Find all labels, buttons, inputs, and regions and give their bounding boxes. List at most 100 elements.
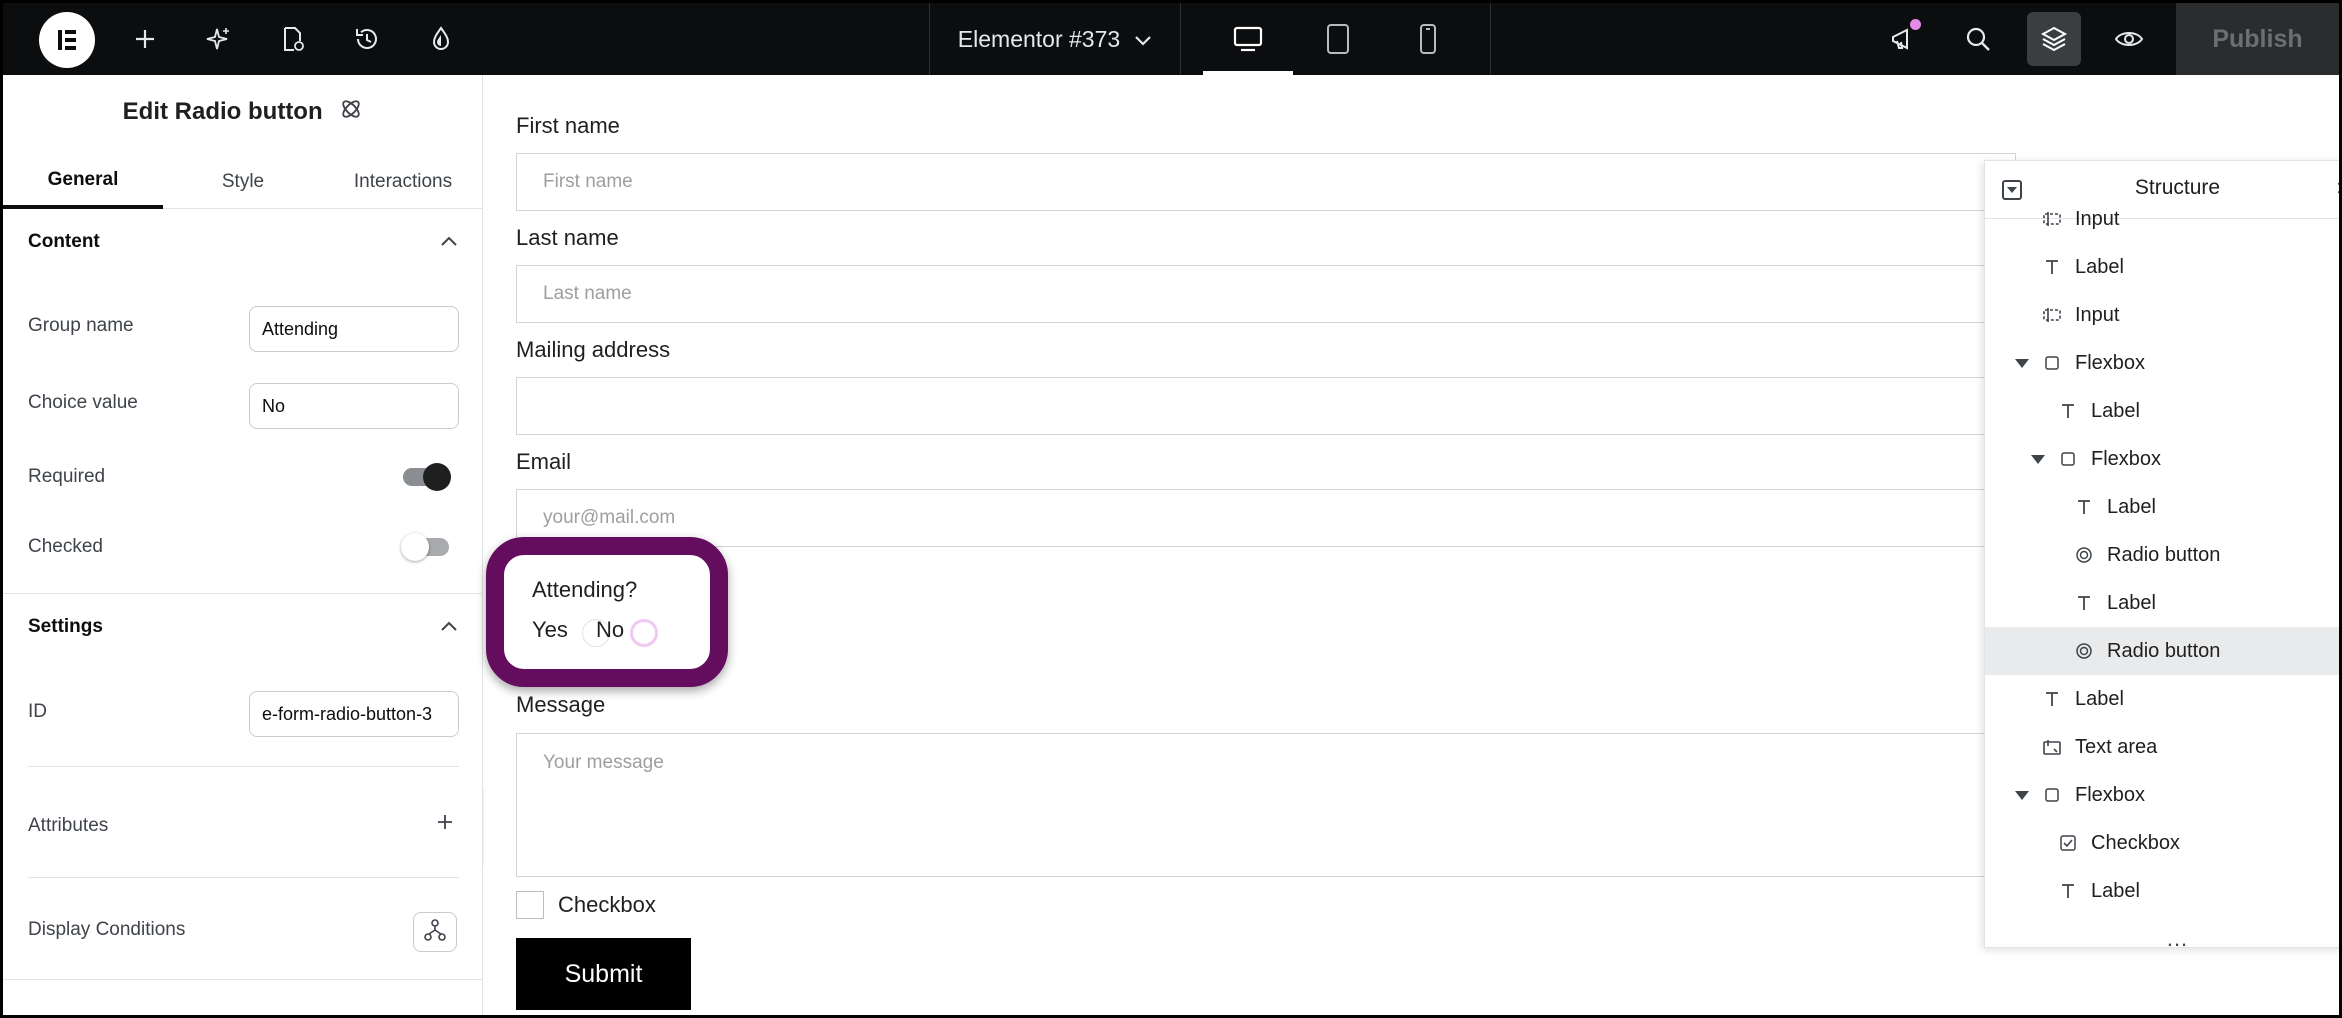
notifications-icon[interactable] xyxy=(1881,17,1925,61)
text-icon xyxy=(2073,592,2095,614)
structure-item[interactable]: Radio button xyxy=(1985,627,2339,675)
checked-label: Checked xyxy=(28,536,103,557)
input-icon xyxy=(2041,208,2063,230)
structure-item-label: Input xyxy=(2075,207,2120,230)
expand-arrow-icon[interactable] xyxy=(2015,790,2029,800)
atomic-element-icon xyxy=(339,97,363,128)
settings-section-title: Settings xyxy=(28,616,103,637)
structure-item-label: Flexbox xyxy=(2075,351,2146,374)
structure-item-label: Radio button xyxy=(2107,639,2221,662)
structure-item[interactable]: Label xyxy=(1985,675,2339,723)
expand-arrow-icon[interactable] xyxy=(2031,454,2045,464)
structure-item[interactable]: Input xyxy=(1985,195,2339,243)
radio-no[interactable] xyxy=(630,619,658,647)
checkbox-icon xyxy=(2057,832,2079,854)
structure-item[interactable]: Label xyxy=(1985,387,2339,435)
mailing-address-input[interactable] xyxy=(516,377,2016,435)
structure-item[interactable]: Input xyxy=(1985,291,2339,339)
structure-item-label: Label xyxy=(2075,255,2124,278)
preview-icon[interactable] xyxy=(2107,17,2151,61)
chevron-up-icon xyxy=(440,231,458,253)
toggle-knob xyxy=(401,533,429,561)
structure-item-label: Label xyxy=(2107,495,2156,518)
tab-style[interactable]: Style xyxy=(163,155,323,209)
structure-item-label: Radio button xyxy=(2107,543,2221,566)
required-toggle[interactable] xyxy=(403,463,451,491)
divider xyxy=(3,593,482,594)
divider xyxy=(3,979,482,980)
search-icon[interactable] xyxy=(1956,17,2000,61)
panel-tabs: General Style Interactions xyxy=(3,155,483,209)
add-icon[interactable] xyxy=(123,17,167,61)
top-bar: Elementor #373 Publish xyxy=(3,3,2339,75)
document-title: Elementor #373 xyxy=(957,25,1121,52)
input-icon xyxy=(2041,304,2063,326)
attributes-label: Attributes xyxy=(28,815,109,836)
email-input[interactable]: your@mail.com xyxy=(516,489,2016,547)
group-name-label: Group name xyxy=(28,315,134,336)
text-icon xyxy=(2073,496,2095,518)
add-attribute-icon[interactable] xyxy=(436,813,454,836)
publish-button[interactable]: Publish xyxy=(2176,3,2339,75)
display-conditions-label: Display Conditions xyxy=(28,919,186,940)
editor-panel: Edit Radio button General Style Interact… xyxy=(3,75,483,1015)
more-items-indicator[interactable]: ... xyxy=(1985,926,2339,947)
structure-icon[interactable] xyxy=(2027,12,2081,66)
mobile-icon[interactable] xyxy=(1383,3,1473,75)
tablet-icon[interactable] xyxy=(1293,3,1383,75)
structure-panel: Structure × InputLabelInputFlexboxLabelF… xyxy=(1984,160,2339,948)
conditions-icon xyxy=(423,918,447,947)
choice-value-input[interactable]: No xyxy=(249,383,459,429)
radio-icon xyxy=(2073,544,2095,566)
structure-item-label: Label xyxy=(2091,399,2140,422)
text-icon xyxy=(2041,688,2063,710)
site-settings-icon[interactable] xyxy=(419,17,463,61)
flexbox-icon xyxy=(2041,784,2063,806)
id-input[interactable]: e-form-radio-button-3 xyxy=(249,691,459,737)
required-label: Required xyxy=(28,466,106,487)
content-section-header[interactable]: Content xyxy=(28,231,458,253)
page-settings-icon[interactable] xyxy=(271,17,315,61)
checked-toggle[interactable] xyxy=(401,533,449,561)
desktop-icon[interactable] xyxy=(1203,3,1293,75)
structure-item[interactable]: Label xyxy=(1985,867,2339,915)
id-label: ID xyxy=(28,701,47,722)
consent-checkbox[interactable] xyxy=(516,891,544,919)
first-name-label: First name xyxy=(516,113,620,138)
notification-badge xyxy=(1910,19,1921,30)
chevron-up-icon xyxy=(440,616,458,638)
history-icon[interactable] xyxy=(345,17,389,61)
submit-button[interactable]: Submit xyxy=(516,938,691,1010)
structure-item[interactable]: Flexbox xyxy=(1985,771,2339,819)
last-name-input[interactable]: Last name xyxy=(516,265,2016,323)
radio-group-highlight[interactable]: Attending? Yes No xyxy=(486,537,728,687)
first-name-input[interactable]: First name xyxy=(516,153,2016,211)
content-section-title: Content xyxy=(28,231,100,252)
structure-item[interactable]: Label xyxy=(1985,579,2339,627)
message-textarea[interactable]: Your message xyxy=(516,733,2016,877)
checkbox-label: Checkbox xyxy=(558,892,656,917)
tab-general[interactable]: General xyxy=(3,155,163,209)
divider xyxy=(28,766,459,767)
structure-item[interactable]: Flexbox xyxy=(1985,435,2339,483)
tab-interactions[interactable]: Interactions xyxy=(323,155,483,209)
radio-icon xyxy=(2073,640,2095,662)
choice-value-label: Choice value xyxy=(28,392,138,413)
chevron-down-icon xyxy=(1134,26,1152,53)
structure-item[interactable]: Checkbox xyxy=(1985,819,2339,867)
expand-arrow-icon[interactable] xyxy=(2015,358,2029,368)
last-name-label: Last name xyxy=(516,225,619,250)
message-label: Message xyxy=(516,692,606,717)
group-name-input[interactable]: Attending xyxy=(249,306,459,352)
structure-item-label: Text area xyxy=(2075,735,2158,758)
document-title-dropdown[interactable]: Elementor #373 xyxy=(929,3,1181,75)
structure-item[interactable]: Radio button xyxy=(1985,531,2339,579)
elementor-logo-icon[interactable] xyxy=(39,12,95,68)
display-conditions-button[interactable] xyxy=(413,912,457,952)
structure-item[interactable]: Label xyxy=(1985,243,2339,291)
settings-section-header[interactable]: Settings xyxy=(28,616,458,638)
structure-item[interactable]: Text area xyxy=(1985,723,2339,771)
structure-item[interactable]: Label xyxy=(1985,483,2339,531)
ai-sparkle-icon[interactable] xyxy=(197,17,241,61)
structure-item[interactable]: Flexbox xyxy=(1985,339,2339,387)
